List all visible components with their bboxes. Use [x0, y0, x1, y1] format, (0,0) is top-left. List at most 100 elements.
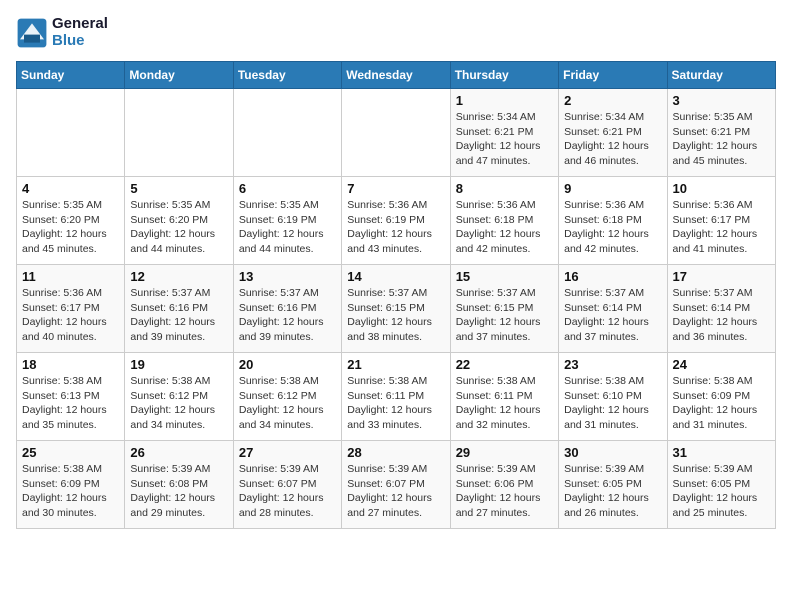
day-info: Sunrise: 5:39 AM Sunset: 6:08 PM Dayligh…: [130, 462, 227, 521]
day-info: Sunrise: 5:36 AM Sunset: 6:18 PM Dayligh…: [564, 198, 661, 257]
day-number: 15: [456, 269, 553, 284]
day-info: Sunrise: 5:37 AM Sunset: 6:14 PM Dayligh…: [673, 286, 770, 345]
day-info: Sunrise: 5:39 AM Sunset: 6:05 PM Dayligh…: [673, 462, 770, 521]
day-info: Sunrise: 5:38 AM Sunset: 6:09 PM Dayligh…: [22, 462, 119, 521]
day-number: 4: [22, 181, 119, 196]
logo: General Blue: [16, 16, 108, 49]
day-number: 31: [673, 445, 770, 460]
calendar-cell: 29 Sunrise: 5:39 AM Sunset: 6:06 PM Dayli…: [450, 441, 558, 529]
day-info: Sunrise: 5:37 AM Sunset: 6:15 PM Dayligh…: [456, 286, 553, 345]
day-info: Sunrise: 5:36 AM Sunset: 6:18 PM Dayligh…: [456, 198, 553, 257]
calendar-cell: 3 Sunrise: 5:35 AM Sunset: 6:21 PM Daylig…: [667, 89, 775, 177]
calendar-cell: 26 Sunrise: 5:39 AM Sunset: 6:08 PM Dayli…: [125, 441, 233, 529]
day-number: 20: [239, 357, 336, 372]
calendar-cell: 30 Sunrise: 5:39 AM Sunset: 6:05 PM Dayli…: [559, 441, 667, 529]
calendar-table: SundayMondayTuesdayWednesdayThursdayFrid…: [16, 61, 776, 529]
calendar-cell: 31 Sunrise: 5:39 AM Sunset: 6:05 PM Dayli…: [667, 441, 775, 529]
calendar-cell: 7Sunrise: 5:36 AM Sunset: 6:19 PM Daylig…: [342, 177, 450, 265]
calendar-cell: 2Sunrise: 5:34 AM Sunset: 6:21 PM Daylig…: [559, 89, 667, 177]
day-number: 1: [456, 93, 553, 108]
day-number: 6: [239, 181, 336, 196]
weekday-row: SundayMondayTuesdayWednesdayThursdayFrid…: [17, 62, 776, 89]
day-info: Sunrise: 5:37 AM Sunset: 6:15 PM Dayligh…: [347, 286, 444, 345]
day-number: 30: [564, 445, 661, 460]
day-info: Sunrise: 5:35 AM Sunset: 6:21 PM Dayligh…: [673, 110, 770, 169]
calendar-cell: 12Sunrise: 5:37 AM Sunset: 6:16 PM Dayli…: [125, 265, 233, 353]
calendar-cell: 23 Sunrise: 5:38 AM Sunset: 6:10 PM Dayli…: [559, 353, 667, 441]
calendar-cell: 10Sunrise: 5:36 AM Sunset: 6:17 PM Dayli…: [667, 177, 775, 265]
calendar-week-2: 4 Sunrise: 5:35 AM Sunset: 6:20 PM Daylig…: [17, 177, 776, 265]
weekday-header-tuesday: Tuesday: [233, 62, 341, 89]
day-number: 18: [22, 357, 119, 372]
day-info: Sunrise: 5:39 AM Sunset: 6:05 PM Dayligh…: [564, 462, 661, 521]
calendar-cell: 20 Sunrise: 5:38 AM Sunset: 6:12 PM Dayli…: [233, 353, 341, 441]
calendar-cell: 4Sunrise: 5:35 AM Sunset: 6:20 PM Daylig…: [17, 177, 125, 265]
day-info: Sunrise: 5:38 AM Sunset: 6:11 PM Dayligh…: [347, 374, 444, 433]
day-number: 8: [456, 181, 553, 196]
calendar-cell: 17 Sunrise: 5:37 AM Sunset: 6:14 PM Dayli…: [667, 265, 775, 353]
day-number: 21: [347, 357, 444, 372]
calendar-cell: 25 Sunrise: 5:38 AM Sunset: 6:09 PM Dayli…: [17, 441, 125, 529]
calendar-cell: 1 Sunrise: 5:34 AM Sunset: 6:21 PM Daylig…: [450, 89, 558, 177]
weekday-header-sunday: Sunday: [17, 62, 125, 89]
page-header: General Blue: [16, 16, 776, 49]
day-number: 10: [673, 181, 770, 196]
calendar-body: 1 Sunrise: 5:34 AM Sunset: 6:21 PM Daylig…: [17, 89, 776, 529]
calendar-cell: 22 Sunrise: 5:38 AM Sunset: 6:11 PM Dayli…: [450, 353, 558, 441]
calendar-cell: [342, 89, 450, 177]
day-number: 19: [130, 357, 227, 372]
day-info: Sunrise: 5:39 AM Sunset: 6:07 PM Dayligh…: [239, 462, 336, 521]
day-info: Sunrise: 5:37 AM Sunset: 6:14 PM Dayligh…: [564, 286, 661, 345]
day-info: Sunrise: 5:37 AM Sunset: 6:16 PM Dayligh…: [130, 286, 227, 345]
calendar-header: SundayMondayTuesdayWednesdayThursdayFrid…: [17, 62, 776, 89]
calendar-cell: 14 Sunrise: 5:37 AM Sunset: 6:15 PM Dayli…: [342, 265, 450, 353]
day-number: 3: [673, 93, 770, 108]
calendar-cell: [17, 89, 125, 177]
calendar-week-1: 1 Sunrise: 5:34 AM Sunset: 6:21 PM Daylig…: [17, 89, 776, 177]
day-number: 17: [673, 269, 770, 284]
day-number: 28: [347, 445, 444, 460]
calendar-cell: 13Sunrise: 5:37 AM Sunset: 6:16 PM Dayli…: [233, 265, 341, 353]
calendar-cell: 28Sunrise: 5:39 AM Sunset: 6:07 PM Dayli…: [342, 441, 450, 529]
calendar-cell: 27 Sunrise: 5:39 AM Sunset: 6:07 PM Dayli…: [233, 441, 341, 529]
day-info: Sunrise: 5:38 AM Sunset: 6:12 PM Dayligh…: [130, 374, 227, 433]
weekday-header-friday: Friday: [559, 62, 667, 89]
weekday-header-thursday: Thursday: [450, 62, 558, 89]
calendar-cell: [125, 89, 233, 177]
weekday-header-wednesday: Wednesday: [342, 62, 450, 89]
calendar-week-4: 18Sunrise: 5:38 AM Sunset: 6:13 PM Dayli…: [17, 353, 776, 441]
day-info: Sunrise: 5:38 AM Sunset: 6:10 PM Dayligh…: [564, 374, 661, 433]
day-number: 5: [130, 181, 227, 196]
day-info: Sunrise: 5:38 AM Sunset: 6:11 PM Dayligh…: [456, 374, 553, 433]
day-number: 27: [239, 445, 336, 460]
day-info: Sunrise: 5:34 AM Sunset: 6:21 PM Dayligh…: [456, 110, 553, 169]
calendar-cell: 19 Sunrise: 5:38 AM Sunset: 6:12 PM Dayli…: [125, 353, 233, 441]
day-info: Sunrise: 5:38 AM Sunset: 6:12 PM Dayligh…: [239, 374, 336, 433]
day-number: 22: [456, 357, 553, 372]
calendar-cell: 8 Sunrise: 5:36 AM Sunset: 6:18 PM Daylig…: [450, 177, 558, 265]
day-number: 23: [564, 357, 661, 372]
day-number: 25: [22, 445, 119, 460]
logo-icon: [16, 17, 48, 49]
calendar-week-3: 11 Sunrise: 5:36 AM Sunset: 6:17 PM Dayli…: [17, 265, 776, 353]
calendar-cell: 11 Sunrise: 5:36 AM Sunset: 6:17 PM Dayli…: [17, 265, 125, 353]
day-number: 26: [130, 445, 227, 460]
day-info: Sunrise: 5:35 AM Sunset: 6:19 PM Dayligh…: [239, 198, 336, 257]
weekday-header-monday: Monday: [125, 62, 233, 89]
calendar-cell: 18Sunrise: 5:38 AM Sunset: 6:13 PM Dayli…: [17, 353, 125, 441]
day-info: Sunrise: 5:39 AM Sunset: 6:06 PM Dayligh…: [456, 462, 553, 521]
day-info: Sunrise: 5:38 AM Sunset: 6:09 PM Dayligh…: [673, 374, 770, 433]
weekday-header-saturday: Saturday: [667, 62, 775, 89]
logo-text: General Blue: [52, 16, 108, 49]
calendar-week-5: 25 Sunrise: 5:38 AM Sunset: 6:09 PM Dayli…: [17, 441, 776, 529]
calendar-cell: 21 Sunrise: 5:38 AM Sunset: 6:11 PM Dayli…: [342, 353, 450, 441]
day-number: 29: [456, 445, 553, 460]
day-number: 14: [347, 269, 444, 284]
day-number: 11: [22, 269, 119, 284]
day-number: 2: [564, 93, 661, 108]
day-info: Sunrise: 5:36 AM Sunset: 6:17 PM Dayligh…: [22, 286, 119, 345]
calendar-cell: 6 Sunrise: 5:35 AM Sunset: 6:19 PM Daylig…: [233, 177, 341, 265]
day-number: 16: [564, 269, 661, 284]
calendar-cell: 9Sunrise: 5:36 AM Sunset: 6:18 PM Daylig…: [559, 177, 667, 265]
day-info: Sunrise: 5:35 AM Sunset: 6:20 PM Dayligh…: [130, 198, 227, 257]
